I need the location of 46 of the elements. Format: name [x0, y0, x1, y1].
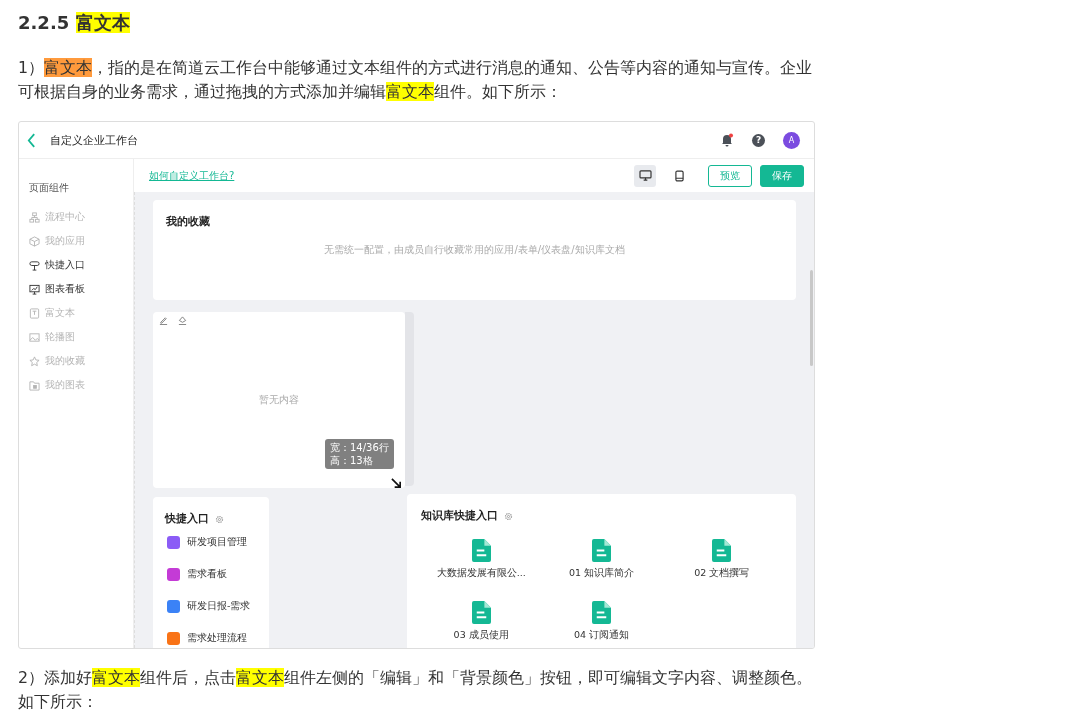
- settings-icon[interactable]: [215, 514, 224, 524]
- settings-icon[interactable]: [504, 511, 513, 521]
- back-icon[interactable]: [27, 132, 36, 148]
- empty-state-text: 暂无内容: [258, 393, 300, 407]
- quick-entry-item[interactable]: 研发项目管理: [167, 526, 263, 558]
- monitor-chart-icon: [29, 283, 40, 295]
- avatar[interactable]: A: [783, 131, 800, 149]
- folder-icon: [29, 379, 40, 391]
- document-icon: [471, 601, 491, 624]
- document-icon: [471, 539, 491, 562]
- document-icon: [592, 601, 611, 624]
- quick-entry-item[interactable]: 需求处理流程: [167, 622, 263, 648]
- document-item[interactable]: 大数据发展有限公...: [421, 539, 542, 580]
- desktop-view-button[interactable]: [634, 164, 656, 187]
- paint-bucket-icon[interactable]: [178, 316, 187, 325]
- help-button[interactable]: ?: [752, 133, 765, 147]
- paragraph: 1）富文本，指的是在简道云工作台中能够通过文本组件的方式进行消息的通知、公告等内容的通知与宣传。企业可根据自身的业务需求，通过拖拽的方式添加并编辑富文本组件。如下所示：: [18, 57, 814, 103]
- monitor-icon: [638, 170, 652, 181]
- document-icon: [592, 539, 611, 562]
- section-heading: 2.2.5 富文本: [18, 11, 130, 35]
- star-icon: [29, 355, 40, 367]
- rich-text-card[interactable]: 暂无内容 宽：14/36行 高：13格: [153, 312, 405, 488]
- resize-cursor-icon[interactable]: [391, 478, 402, 489]
- card-title: 快捷入口: [165, 512, 263, 526]
- quick-entry-item[interactable]: 需求看板: [167, 558, 263, 590]
- document-icon: [712, 539, 732, 562]
- component-item[interactable]: 图表看板: [29, 277, 133, 301]
- quick-entry-item[interactable]: 研发日报-需求: [167, 590, 263, 622]
- edit-icon[interactable]: [159, 316, 168, 325]
- image-icon: [29, 331, 40, 343]
- card-title: 知识库快捷入口: [421, 509, 782, 523]
- phone-icon: [674, 169, 684, 182]
- text-box-icon: [29, 307, 40, 319]
- sidebar-title: 页面组件: [29, 181, 70, 195]
- document-item[interactable]: 02 文档撰写: [661, 539, 782, 580]
- app-title: 自定义企业工作台: [50, 132, 138, 148]
- document-item[interactable]: 04 订阅通知: [541, 601, 662, 642]
- bell-icon[interactable]: [720, 133, 734, 147]
- signpost-icon: [29, 259, 40, 271]
- component-item[interactable]: 快捷入口: [29, 253, 133, 277]
- document-item[interactable]: 01 知识库简介: [541, 539, 662, 580]
- hierarchy-icon: [29, 211, 40, 223]
- size-tooltip: 宽：14/36行 高：13格: [325, 439, 394, 469]
- document-item[interactable]: 03 成员使用: [421, 601, 542, 642]
- card-title: 我的收藏: [166, 215, 211, 229]
- cube-icon: [29, 235, 40, 247]
